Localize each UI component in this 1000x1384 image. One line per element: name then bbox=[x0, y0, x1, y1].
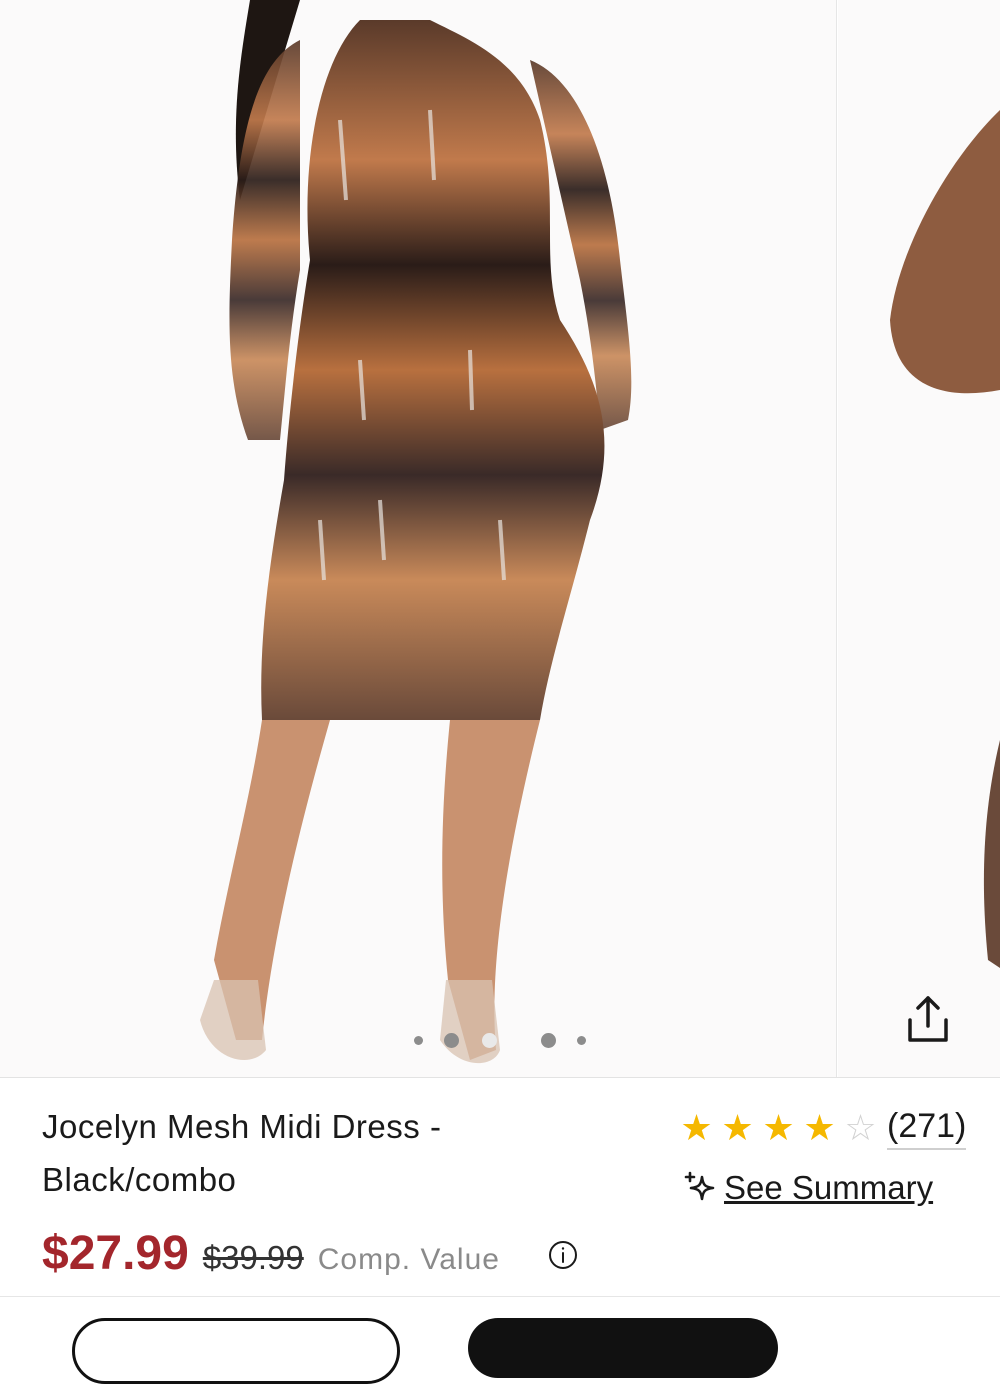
info-button[interactable] bbox=[548, 1240, 578, 1270]
price-row: $27.99 $39.99 Comp. Value bbox=[42, 1226, 500, 1286]
star-icon: ★ bbox=[721, 1107, 754, 1148]
primary-action-button[interactable] bbox=[468, 1318, 778, 1378]
gallery-divider bbox=[0, 1077, 1000, 1078]
secondary-action-button[interactable] bbox=[72, 1318, 400, 1384]
next-image-partial bbox=[890, 110, 1000, 968]
section-divider bbox=[0, 1296, 1000, 1297]
share-icon bbox=[908, 996, 948, 1042]
see-summary-button[interactable]: See Summary bbox=[684, 1166, 933, 1210]
rating-stars: ★ ★ ★ ★ ☆ bbox=[676, 1108, 881, 1148]
info-icon bbox=[549, 1241, 577, 1269]
pagination-dot[interactable] bbox=[541, 1033, 556, 1048]
comp-value-label: Comp. Value bbox=[317, 1243, 500, 1276]
star-icon: ★ bbox=[762, 1107, 795, 1148]
review-count-link[interactable]: (271) bbox=[887, 1107, 967, 1150]
product-title-line-2: Black/combo bbox=[42, 1161, 237, 1198]
share-button[interactable] bbox=[896, 988, 960, 1052]
product-image-main[interactable] bbox=[0, 0, 837, 1078]
pagination-dot[interactable] bbox=[577, 1036, 586, 1045]
star-empty-icon: ☆ bbox=[844, 1107, 877, 1148]
sparkle-icon bbox=[684, 1171, 715, 1201]
pagination-dot-active[interactable] bbox=[444, 1033, 459, 1048]
model-dress-photo bbox=[200, 0, 632, 1064]
gallery-pagination[interactable] bbox=[400, 1030, 600, 1052]
pagination-dot[interactable] bbox=[482, 1033, 497, 1048]
product-image-next-peek[interactable] bbox=[838, 0, 1000, 1078]
star-icon: ★ bbox=[680, 1107, 713, 1148]
product-image-gallery[interactable] bbox=[0, 0, 1000, 1078]
current-price: $27.99 bbox=[42, 1227, 189, 1280]
original-price: $39.99 bbox=[202, 1239, 304, 1276]
star-icon: ★ bbox=[803, 1107, 836, 1148]
product-title-line-1: Jocelyn Mesh Midi Dress - bbox=[42, 1108, 442, 1145]
pagination-dot[interactable] bbox=[414, 1036, 423, 1045]
product-title: Jocelyn Mesh Midi Dress - Black/combo bbox=[42, 1100, 562, 1206]
product-rating[interactable]: ★ ★ ★ ★ ☆ (271) bbox=[676, 1106, 967, 1150]
see-summary-label[interactable]: See Summary bbox=[724, 1169, 933, 1207]
